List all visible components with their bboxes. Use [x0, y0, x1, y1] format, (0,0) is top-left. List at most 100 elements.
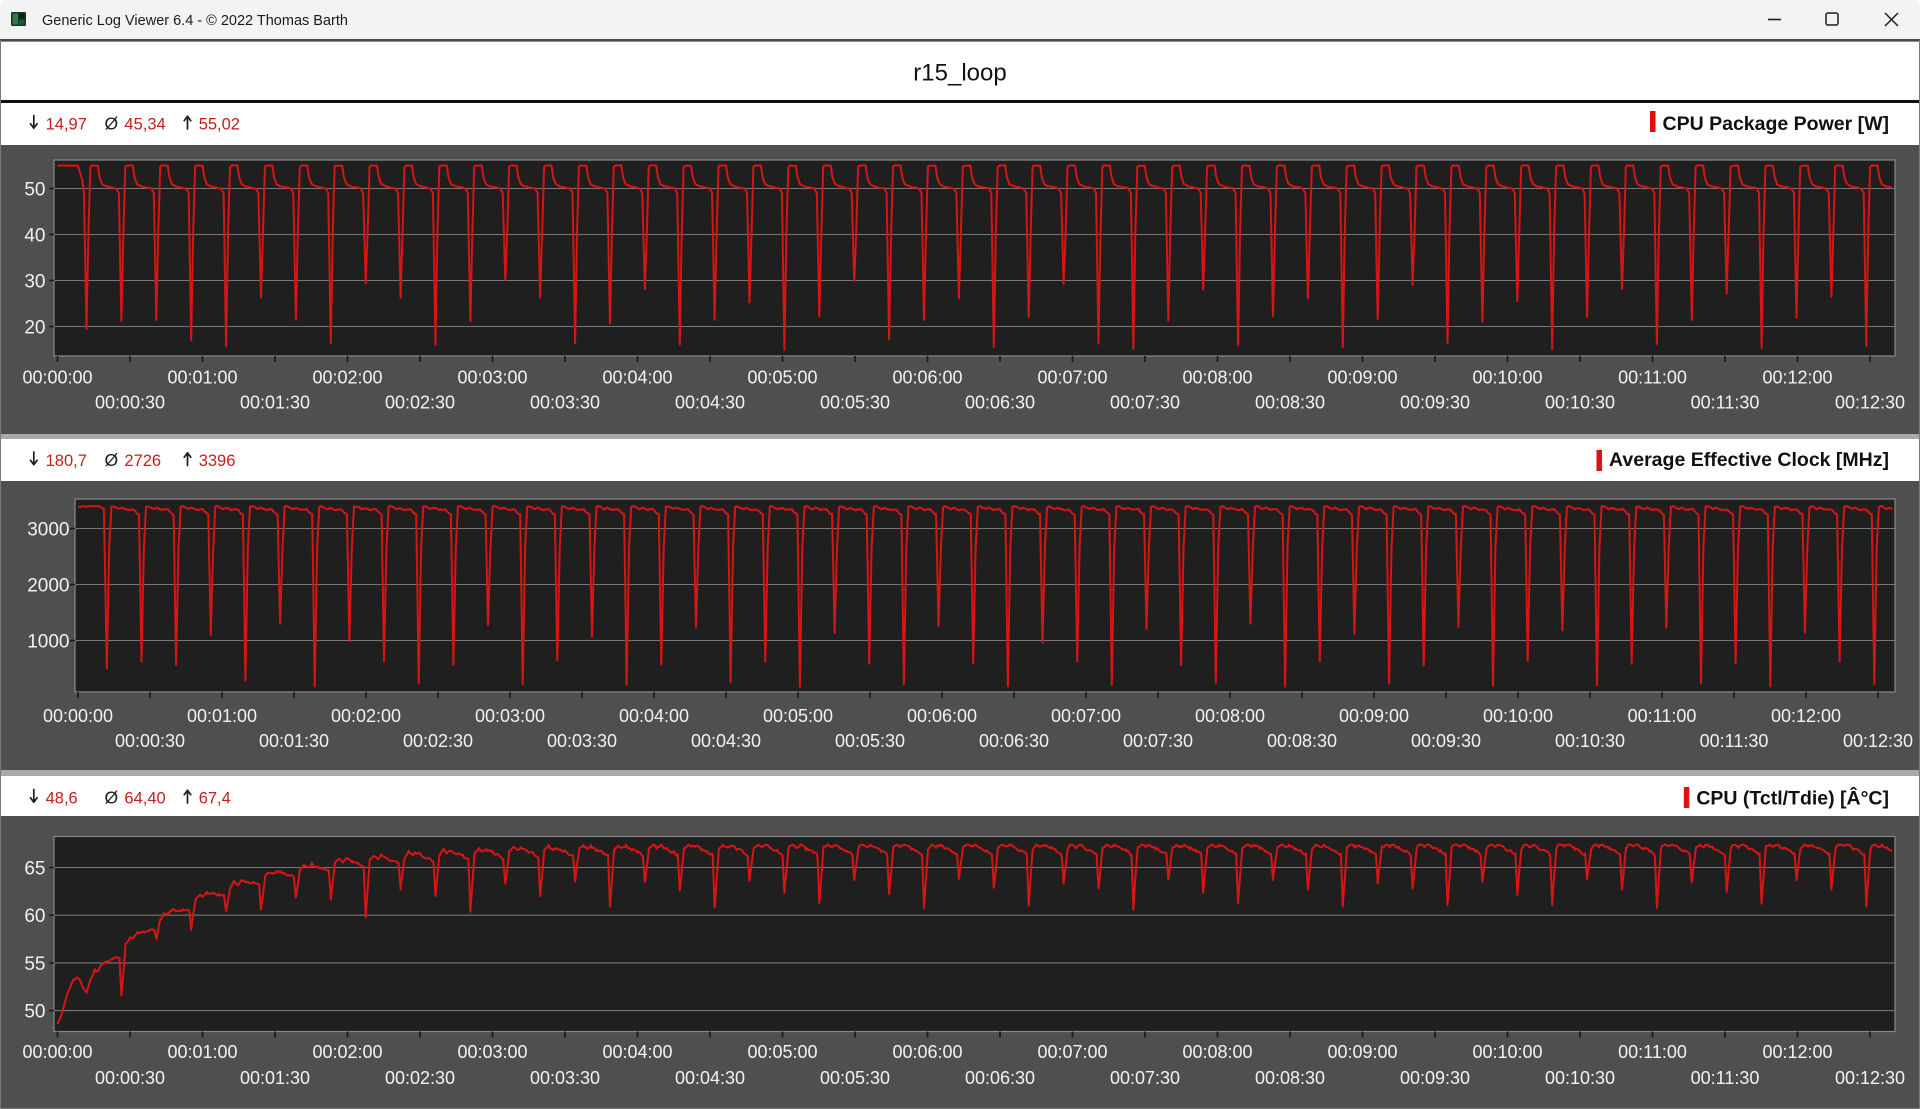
svg-text:180,7: 180,7	[46, 452, 87, 470]
svg-text:00:02:30: 00:02:30	[385, 393, 455, 413]
svg-text:00:01:00: 00:01:00	[187, 706, 257, 726]
svg-text:Ø: Ø	[105, 450, 119, 470]
svg-text:00:03:00: 00:03:00	[457, 368, 527, 388]
svg-text:Generic Log Viewer 6.4 - © 202: Generic Log Viewer 6.4 - © 2022 Thomas B…	[42, 13, 348, 29]
svg-text:00:08:30: 00:08:30	[1255, 1068, 1325, 1088]
svg-text:00:08:00: 00:08:00	[1182, 1042, 1252, 1062]
svg-text:00:05:00: 00:05:00	[747, 1042, 817, 1062]
svg-text:1000: 1000	[27, 632, 69, 653]
svg-text:00:11:00: 00:11:00	[1628, 706, 1697, 726]
svg-text:67,4: 67,4	[199, 790, 231, 808]
svg-text:00:12:00: 00:12:00	[1762, 1042, 1832, 1062]
svg-text:00:06:30: 00:06:30	[979, 731, 1049, 751]
svg-text:00:05:30: 00:05:30	[820, 1068, 890, 1088]
svg-text:60: 60	[24, 906, 45, 927]
svg-text:CPU (Tctl/Tdie) [Â°C]: CPU (Tctl/Tdie) [Â°C]	[1696, 786, 1889, 810]
svg-text:00:04:00: 00:04:00	[602, 1042, 672, 1062]
svg-text:00:10:30: 00:10:30	[1545, 393, 1615, 413]
svg-text:00:06:30: 00:06:30	[965, 1068, 1035, 1088]
svg-text:Ø: Ø	[105, 788, 119, 808]
svg-text:00:04:00: 00:04:00	[602, 368, 672, 388]
svg-text:00:12:30: 00:12:30	[1835, 393, 1905, 413]
svg-text:45,34: 45,34	[124, 116, 165, 134]
svg-text:00:09:30: 00:09:30	[1400, 393, 1470, 413]
svg-text:Ø: Ø	[105, 114, 119, 134]
svg-text:65: 65	[24, 859, 45, 880]
svg-text:00:05:30: 00:05:30	[820, 393, 890, 413]
svg-text:00:00:00: 00:00:00	[22, 368, 92, 388]
svg-text:20: 20	[24, 318, 45, 339]
svg-text:2726: 2726	[124, 452, 161, 470]
svg-text:00:01:30: 00:01:30	[240, 1068, 310, 1088]
svg-text:00:01:30: 00:01:30	[259, 731, 329, 751]
svg-text:00:09:30: 00:09:30	[1411, 731, 1481, 751]
svg-text:00:07:00: 00:07:00	[1037, 1042, 1107, 1062]
svg-text:48,6: 48,6	[46, 790, 78, 808]
svg-text:00:04:30: 00:04:30	[675, 1068, 745, 1088]
svg-text:40: 40	[24, 226, 45, 247]
svg-text:00:07:00: 00:07:00	[1037, 368, 1107, 388]
svg-text:00:04:00: 00:04:00	[619, 706, 689, 726]
svg-text:00:06:00: 00:06:00	[892, 1042, 962, 1062]
svg-text:50: 50	[24, 1002, 45, 1023]
svg-text:55: 55	[24, 954, 45, 975]
svg-text:55,02: 55,02	[199, 116, 240, 134]
svg-text:00:02:00: 00:02:00	[312, 1042, 382, 1062]
svg-text:00:09:00: 00:09:00	[1327, 368, 1397, 388]
svg-text:00:09:30: 00:09:30	[1400, 1068, 1470, 1088]
svg-text:30: 30	[24, 272, 45, 293]
svg-text:00:04:30: 00:04:30	[691, 731, 761, 751]
svg-text:00:10:30: 00:10:30	[1555, 731, 1625, 751]
svg-text:00:11:00: 00:11:00	[1618, 1042, 1687, 1062]
svg-text:64,40: 64,40	[124, 790, 165, 808]
svg-text:00:12:30: 00:12:30	[1843, 731, 1913, 751]
svg-text:00:11:30: 00:11:30	[1700, 731, 1769, 751]
svg-text:00:06:00: 00:06:00	[907, 706, 977, 726]
svg-text:00:03:30: 00:03:30	[530, 393, 600, 413]
svg-text:00:02:30: 00:02:30	[403, 731, 473, 751]
svg-text:00:03:30: 00:03:30	[530, 1068, 600, 1088]
svg-text:00:00:30: 00:00:30	[115, 731, 185, 751]
svg-text:00:05:00: 00:05:00	[763, 706, 833, 726]
svg-text:00:07:30: 00:07:30	[1110, 1068, 1180, 1088]
svg-text:r15_loop: r15_loop	[913, 60, 1006, 87]
svg-text:00:09:00: 00:09:00	[1339, 706, 1409, 726]
svg-text:00:11:30: 00:11:30	[1691, 1068, 1760, 1088]
svg-text:00:10:30: 00:10:30	[1545, 1068, 1615, 1088]
svg-text:00:03:00: 00:03:00	[457, 1042, 527, 1062]
svg-text:00:10:00: 00:10:00	[1472, 368, 1542, 388]
svg-text:00:10:00: 00:10:00	[1483, 706, 1553, 726]
svg-text:00:08:00: 00:08:00	[1195, 706, 1265, 726]
svg-text:00:06:00: 00:06:00	[892, 368, 962, 388]
svg-text:00:12:00: 00:12:00	[1762, 368, 1832, 388]
svg-text:14,97: 14,97	[46, 116, 87, 134]
svg-text:2000: 2000	[27, 576, 69, 597]
svg-text:00:07:30: 00:07:30	[1110, 393, 1180, 413]
svg-text:00:07:30: 00:07:30	[1123, 731, 1193, 751]
svg-text:00:01:00: 00:01:00	[167, 1042, 237, 1062]
svg-text:3000: 3000	[27, 520, 69, 541]
svg-text:00:12:00: 00:12:00	[1771, 706, 1841, 726]
svg-text:CPU Package Power [W]: CPU Package Power [W]	[1663, 113, 1889, 135]
svg-text:00:03:00: 00:03:00	[475, 706, 545, 726]
svg-text:00:11:00: 00:11:00	[1618, 368, 1687, 388]
svg-text:00:04:30: 00:04:30	[675, 393, 745, 413]
svg-text:00:00:30: 00:00:30	[95, 393, 165, 413]
svg-text:00:01:00: 00:01:00	[167, 368, 237, 388]
svg-text:00:08:30: 00:08:30	[1267, 731, 1337, 751]
svg-text:50: 50	[24, 180, 45, 201]
svg-text:00:00:00: 00:00:00	[22, 1042, 92, 1062]
svg-text:00:08:30: 00:08:30	[1255, 393, 1325, 413]
svg-text:Average Effective Clock [MHz]: Average Effective Clock [MHz]	[1609, 449, 1889, 471]
svg-text:00:00:30: 00:00:30	[95, 1068, 165, 1088]
svg-text:00:02:00: 00:02:00	[312, 368, 382, 388]
svg-text:00:05:30: 00:05:30	[835, 731, 905, 751]
svg-text:00:12:30: 00:12:30	[1835, 1068, 1905, 1088]
svg-text:00:01:30: 00:01:30	[240, 393, 310, 413]
svg-text:00:08:00: 00:08:00	[1182, 368, 1252, 388]
svg-text:00:00:00: 00:00:00	[43, 706, 113, 726]
svg-text:00:02:30: 00:02:30	[385, 1068, 455, 1088]
svg-text:00:05:00: 00:05:00	[747, 368, 817, 388]
svg-text:00:02:00: 00:02:00	[331, 706, 401, 726]
svg-text:00:09:00: 00:09:00	[1327, 1042, 1397, 1062]
